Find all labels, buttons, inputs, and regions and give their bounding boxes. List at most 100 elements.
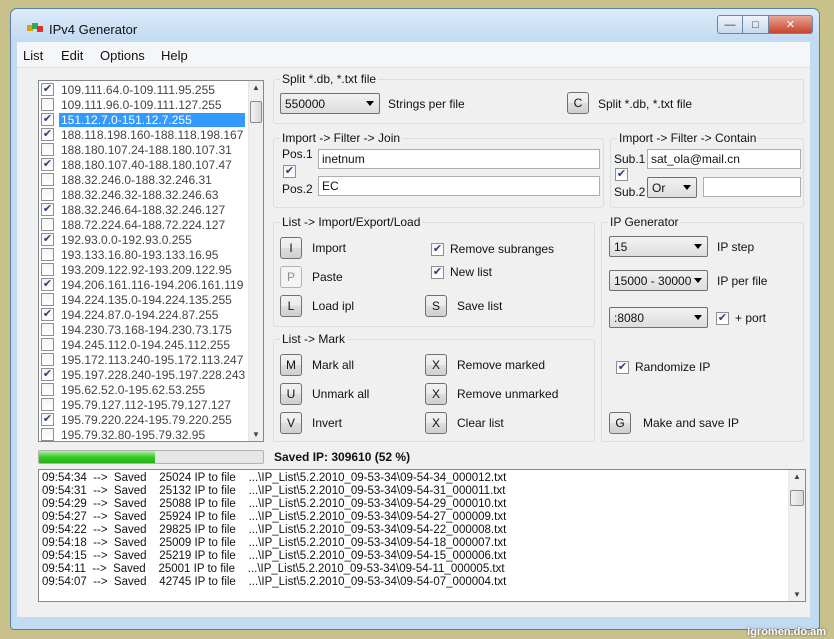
remove-marked-button[interactable]: X [425,354,447,376]
maximize-button[interactable]: □ [743,15,769,34]
range-checkbox[interactable]: ✔ [41,113,54,126]
log-scrollbar[interactable]: ▲ ▼ [788,470,805,601]
range-checkbox[interactable] [41,173,54,186]
save-progress-fill [39,451,156,463]
range-list-item[interactable]: ✔ 194.224.87.0-194.224.87.255 [39,307,249,322]
range-checkbox[interactable]: ✔ [41,413,54,426]
paste-button[interactable]: P [280,266,302,288]
port-combo[interactable]: :8080 [609,307,708,328]
range-list-item[interactable]: 194.230.73.168-194.230.73.175 [39,322,249,337]
port-option[interactable]: ✔ + port [716,311,766,325]
range-checkbox[interactable] [41,98,54,111]
title-bar[interactable]: IPv4 Generator — □ ✕ [11,9,819,43]
pos2-input[interactable]: EC [318,176,600,196]
ip-step-combo[interactable]: 15 [609,236,708,257]
range-checkbox[interactable] [41,428,54,441]
remove-subranges-checkbox[interactable]: ✔ [431,242,444,256]
range-list-item[interactable]: ✔ 188.180.107.40-188.180.107.47 [39,157,249,172]
import-button[interactable]: I [280,237,302,259]
range-list-item[interactable]: 194.245.112.0-194.245.112.255 [39,337,249,352]
make-and-save-ip-button[interactable]: G [609,412,631,434]
range-list-item[interactable]: ✔ 192.93.0.0-192.93.0.255 [39,232,249,247]
range-list-item[interactable]: 188.72.224.64-188.72.224.127 [39,217,249,232]
sub1-input[interactable]: sat_ola@mail.cn [647,149,801,169]
range-checkbox[interactable]: ✔ [41,233,54,246]
range-checkbox[interactable] [41,188,54,201]
ip-per-file-combo[interactable]: 15000 - 30000 [609,270,708,291]
new-list-checkbox[interactable]: ✔ [431,265,444,279]
range-checkbox[interactable] [41,263,54,276]
range-list-scrollbar[interactable]: ▲ ▼ [248,81,263,441]
join-checkbox[interactable]: ✔ [283,165,296,178]
ip-range-list[interactable]: ✔ 109.111.64.0-109.111.95.255 109.111.96.0… [38,80,264,442]
mark-all-button[interactable]: M [280,354,302,376]
range-list-item[interactable]: ✔ 194.206.161.116-194.206.161.119 [39,277,249,292]
clear-list-button[interactable]: X [425,412,447,434]
log-scroll-thumb[interactable] [790,490,804,506]
scroll-down-icon[interactable]: ▼ [793,590,801,599]
range-checkbox[interactable]: ✔ [41,128,54,141]
scroll-up-icon[interactable]: ▲ [793,472,801,481]
menu-options[interactable]: Options [100,48,145,63]
invert-button[interactable]: V [280,412,302,434]
range-checkbox[interactable] [41,383,54,396]
range-list-item[interactable]: 188.32.246.32-188.32.246.63 [39,187,249,202]
range-list-item[interactable]: 194.224.135.0-194.224.135.255 [39,292,249,307]
range-list-item[interactable]: 193.133.16.80-193.133.16.95 [39,247,249,262]
range-list-item[interactable]: ✔ 188.32.246.64-188.32.246.127 [39,202,249,217]
range-list-item[interactable]: 195.172.113.240-195.172.113.247 [39,352,249,367]
range-list-item[interactable]: 195.79.32.80-195.79.32.95 [39,427,249,441]
strings-per-file-combo[interactable]: 550000 [280,93,380,114]
range-checkbox[interactable] [41,353,54,366]
range-list-item[interactable]: ✔ 188.118.198.160-188.118.198.167 [39,127,249,142]
range-checkbox[interactable] [41,143,54,156]
range-checkbox[interactable] [41,248,54,261]
range-checkbox[interactable] [41,218,54,231]
randomize-ip-checkbox[interactable]: ✔ [616,360,629,374]
range-list-item[interactable]: ✔ 195.197.228.240-195.197.228.243 [39,367,249,382]
sub2-input[interactable] [703,177,801,197]
range-checkbox[interactable] [41,338,54,351]
contain-operator-combo[interactable]: Or [647,177,697,198]
range-checkbox[interactable]: ✔ [41,203,54,216]
range-list-item[interactable]: 109.111.96.0-109.111.127.255 [39,97,249,112]
menu-list[interactable]: List [23,48,43,63]
log-output[interactable]: 09:54:34 --> Saved 25024 IP to file ...\… [38,469,806,602]
range-checkbox[interactable] [41,398,54,411]
save-list-button[interactable]: S [425,295,447,317]
contain-checkbox[interactable]: ✔ [615,168,628,181]
scroll-down-icon[interactable]: ▼ [252,430,260,439]
range-checkbox[interactable]: ✔ [41,158,54,171]
scroll-up-icon[interactable]: ▲ [252,83,260,92]
range-checkbox[interactable]: ✔ [41,278,54,291]
close-button[interactable]: ✕ [769,15,813,34]
range-list-item[interactable]: 188.180.107.24-188.180.107.31 [39,142,249,157]
range-list-item[interactable]: ✔ 109.111.64.0-109.111.95.255 [39,82,249,97]
scroll-thumb[interactable] [250,101,262,123]
range-list-item[interactable]: 188.32.246.0-188.32.246.31 [39,172,249,187]
ip-step-value: 15 [614,240,628,254]
import-group: List -> Import/Export/Load I Import P Pa… [273,215,595,327]
range-checkbox[interactable]: ✔ [41,308,54,321]
menu-help[interactable]: Help [161,48,188,63]
port-checkbox[interactable]: ✔ [716,311,729,325]
randomize-ip-option[interactable]: ✔ Randomize IP [616,360,710,374]
menu-edit[interactable]: Edit [61,48,83,63]
range-list-item[interactable]: 195.79.127.112-195.79.127.127 [39,397,249,412]
unmark-all-button[interactable]: U [280,383,302,405]
split-button[interactable]: C [567,92,589,114]
minimize-button[interactable]: — [717,15,743,34]
range-list-item[interactable]: 195.62.52.0-195.62.53.255 [39,382,249,397]
range-checkbox[interactable]: ✔ [41,368,54,381]
remove-subranges-option[interactable]: ✔ Remove subranges [431,242,554,256]
range-checkbox[interactable] [41,323,54,336]
new-list-option[interactable]: ✔ New list [431,265,492,279]
range-list-item[interactable]: ✔ 195.79.220.224-195.79.220.255 [39,412,249,427]
range-list-item[interactable]: ✔ 151.12.7.0-151.12.7.255 [39,112,249,127]
range-checkbox[interactable] [41,293,54,306]
range-checkbox[interactable]: ✔ [41,83,54,96]
pos1-input[interactable]: inetnum [318,149,600,169]
load-ipl-button[interactable]: L [280,295,302,317]
range-list-item[interactable]: 193.209.122.92-193.209.122.95 [39,262,249,277]
remove-unmarked-button[interactable]: X [425,383,447,405]
